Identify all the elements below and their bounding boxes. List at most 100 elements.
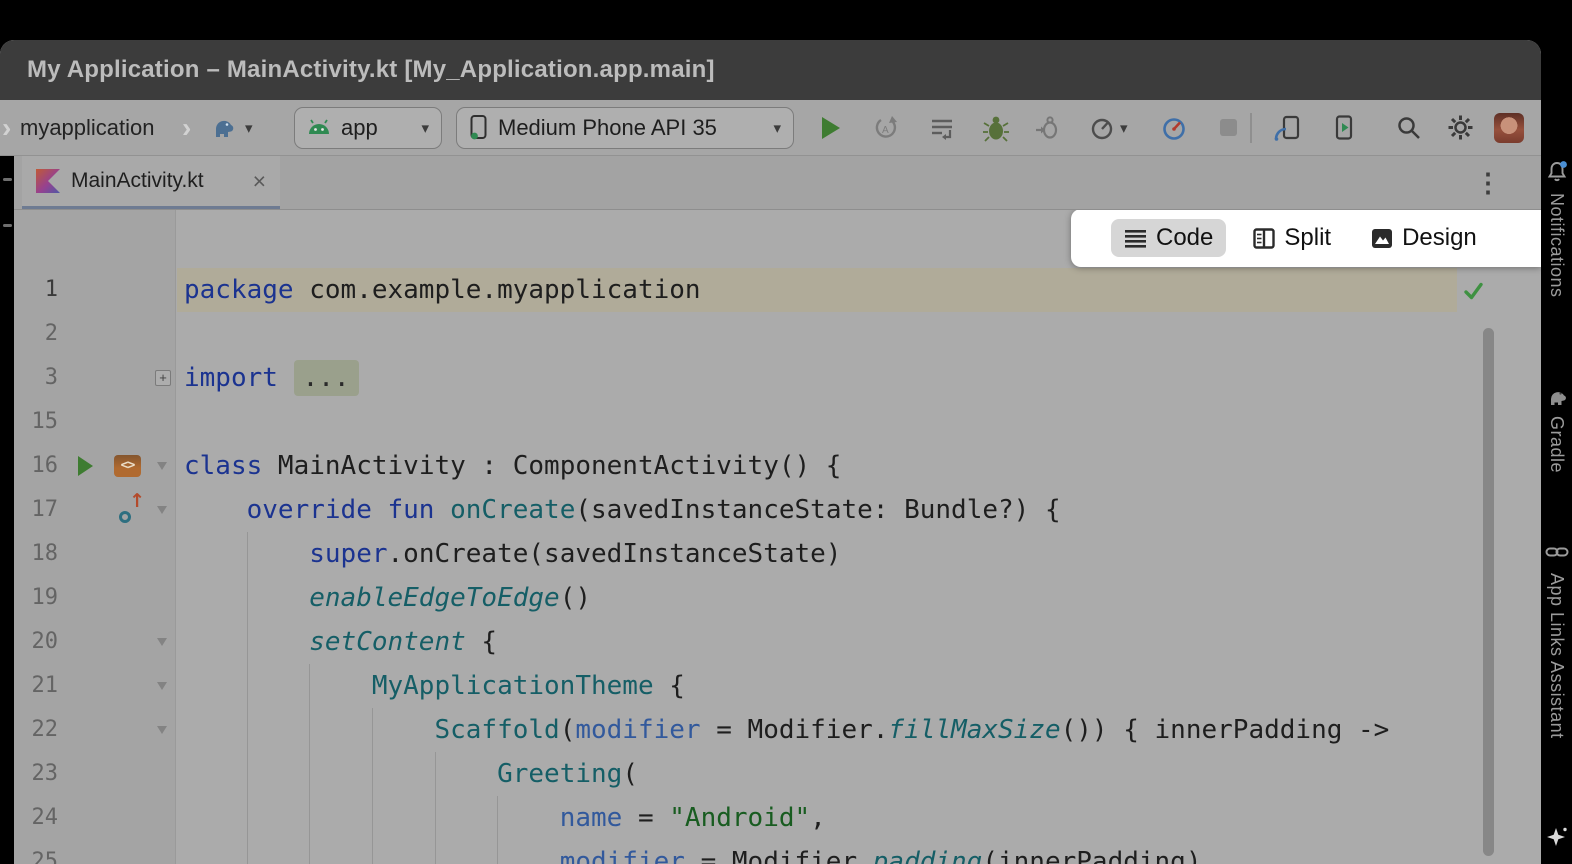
fold-marker[interactable] [157, 462, 167, 470]
code-line[interactable]: class MainActivity : ComponentActivity()… [177, 444, 1541, 488]
line-number: 23 [14, 752, 58, 796]
apply-code-changes-button[interactable] [926, 112, 958, 144]
code-line[interactable]: setContent { [177, 620, 1541, 664]
code-line[interactable]: MyApplicationTheme { [177, 664, 1541, 708]
search-icon [1396, 115, 1421, 140]
fold-marker[interactable] [157, 506, 167, 514]
tab-mainactivity[interactable]: MainActivity.kt × [22, 156, 280, 209]
code-line[interactable] [177, 400, 1541, 444]
tool-label: Gradle [1546, 416, 1567, 473]
gradle-tool-button[interactable]: Gradle [1541, 386, 1572, 473]
line-number: 2 [14, 312, 58, 356]
tool-label: App Links Assistant [1546, 573, 1567, 739]
gutter-line: 3+ [14, 356, 175, 400]
notifications-tool-button[interactable]: Notifications [1541, 160, 1572, 298]
right-tool-stripe: Notifications Gradle App Links Assistant [1541, 100, 1572, 864]
profiler-button[interactable] [1158, 112, 1190, 144]
code-line[interactable] [177, 312, 1541, 356]
app-links-icon [1545, 540, 1569, 564]
device-manager-button[interactable] [1272, 112, 1304, 144]
phone-device-icon [469, 114, 488, 141]
stop-button[interactable] [1212, 112, 1244, 144]
code-line[interactable]: super.onCreate(savedInstanceState) [177, 532, 1541, 576]
running-devices-button[interactable] [1328, 112, 1360, 144]
design-view-icon [1371, 228, 1393, 249]
chevron-down-icon[interactable]: ▾ [245, 119, 253, 137]
fold-marker[interactable] [157, 638, 167, 646]
gutter-line: 20 [14, 620, 175, 664]
gutter-line: 17↑ [14, 488, 175, 532]
tab-bar: MainActivity.kt × ⋮ [14, 156, 1541, 210]
bell-icon [1545, 160, 1569, 184]
left-tool-stripe [0, 156, 14, 864]
mode-design-button[interactable]: Design [1358, 219, 1490, 257]
gutter-line: 21 [14, 664, 175, 708]
gutter: 123+1516<>17↑1819202122232425 [14, 210, 176, 864]
device-selector[interactable]: Medium Phone API 35 ▾ [456, 107, 794, 149]
svg-text:A: A [882, 125, 889, 136]
chevron-down-icon: ▾ [773, 119, 781, 137]
gutter-line: 22 [14, 708, 175, 752]
search-button[interactable] [1392, 112, 1424, 144]
app-links-assistant-tool-button[interactable]: App Links Assistant [1541, 540, 1572, 739]
override-arrow: ↑ [129, 492, 145, 511]
tab-close-icon[interactable]: × [253, 170, 266, 193]
project-breadcrumb[interactable]: myapplication [20, 115, 155, 141]
gradle-icon [207, 116, 237, 140]
chevron-down-icon[interactable]: ▾ [1120, 119, 1128, 137]
line-number: 21 [14, 664, 58, 708]
run-gutter-icon[interactable] [78, 456, 93, 476]
gradle-elephant-icon [1544, 386, 1569, 407]
gutter-line: 24 [14, 796, 175, 840]
code-view-icon [1124, 229, 1147, 248]
run-button[interactable] [814, 112, 846, 144]
code-line[interactable]: import ... [177, 356, 1541, 400]
tab-label: MainActivity.kt [71, 169, 204, 193]
editor-mode-toggle: Code [1071, 210, 1541, 267]
gutter-line: 15 [14, 400, 175, 444]
code-line[interactable]: Scaffold(modifier = Modifier.fillMaxSize… [177, 708, 1541, 752]
gutter-line: 16<> [14, 444, 175, 488]
code-line[interactable]: enableEdgeToEdge() [177, 576, 1541, 620]
mode-code-button[interactable]: Code [1111, 219, 1226, 257]
line-number: 20 [14, 620, 58, 664]
class-gutter-icon[interactable]: <> [114, 455, 141, 477]
window-title: My Application – MainActivity.kt [My_App… [27, 56, 715, 84]
line-number: 24 [14, 796, 58, 840]
gutter-line: 1 [14, 268, 175, 312]
override-method-gutter-icon[interactable]: ↑ [118, 496, 146, 526]
debug-button[interactable] [980, 112, 1012, 144]
code-line[interactable]: package com.example.myapplication [177, 268, 1541, 312]
fold-marker[interactable]: + [155, 370, 171, 386]
line-number: 22 [14, 708, 58, 752]
code-line[interactable]: modifier = Modifier.padding(innerPadding… [177, 840, 1541, 864]
code-lines: package com.example.myapplication import … [177, 268, 1541, 864]
user-avatar[interactable] [1494, 113, 1524, 143]
fold-marker[interactable] [157, 682, 167, 690]
gradle-build-button[interactable] [206, 112, 238, 144]
editor-scrollbar[interactable] [1483, 328, 1494, 856]
run-config-selector[interactable]: app ▾ [294, 107, 442, 149]
ide-window: My Application – MainActivity.kt [My_App… [0, 40, 1541, 864]
attach-debugger-button[interactable] [1032, 112, 1064, 144]
gutter-line: 25 [14, 840, 175, 864]
android-icon [307, 119, 331, 136]
mode-split-button[interactable]: Split [1240, 219, 1344, 257]
tab-overflow-menu-icon[interactable]: ⋮ [1475, 167, 1501, 198]
code-line[interactable]: Greeting( [177, 752, 1541, 796]
code-area[interactable]: package com.example.myapplication import … [177, 268, 1541, 864]
left-stripe-handle[interactable] [3, 224, 12, 227]
code-line[interactable]: override fun onCreate(savedInstanceState… [177, 488, 1541, 532]
inspections-status-icon[interactable] [1462, 280, 1485, 308]
breadcrumb-collapse-icon[interactable]: › [2, 114, 11, 142]
run-with-profiler-button[interactable] [1086, 112, 1118, 144]
line-number: 18 [14, 532, 58, 576]
toolbar-separator [1250, 113, 1252, 143]
apply-changes-button[interactable]: A [870, 112, 902, 144]
code-line[interactable]: name = "Android", [177, 796, 1541, 840]
ai-assistant-button[interactable] [1541, 826, 1572, 850]
fold-marker[interactable] [157, 726, 167, 734]
chevron-right-icon: › [182, 114, 191, 142]
settings-button[interactable] [1444, 112, 1476, 144]
left-stripe-handle[interactable] [3, 178, 12, 181]
